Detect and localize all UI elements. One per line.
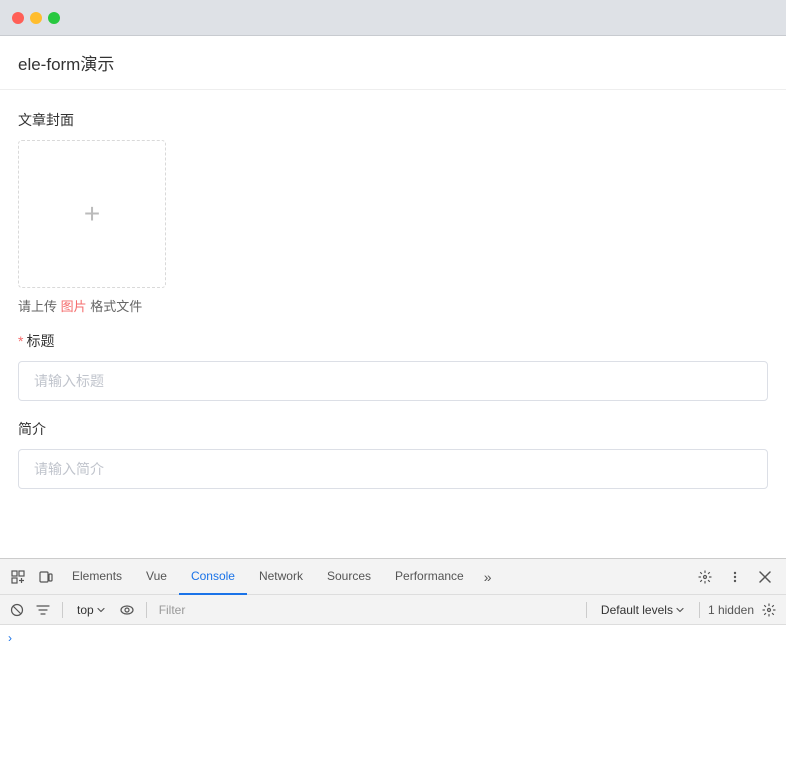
toolbar-sep-4 (699, 602, 700, 618)
devtools-close-icon[interactable] (752, 564, 778, 590)
console-settings-icon[interactable] (758, 599, 780, 621)
devtools-more-icon[interactable] (722, 564, 748, 590)
intro-group: 简介 (18, 419, 768, 489)
tab-performance[interactable]: Performance (383, 559, 476, 595)
browser-controls (12, 12, 60, 24)
close-dot[interactable] (12, 12, 24, 24)
title-group: *标题 (18, 331, 768, 401)
devtools-panel: Elements Vue Console Network Sources Per… (0, 558, 786, 768)
devtools-settings-icon[interactable] (692, 564, 718, 590)
toolbar-sep-2 (146, 602, 147, 618)
log-levels-select[interactable]: Default levels (595, 601, 691, 619)
upload-box[interactable]: + (18, 140, 166, 288)
page-header: ele-form演示 (0, 36, 786, 90)
console-filter-input[interactable] (155, 601, 578, 619)
upload-hint-red: 图片 (61, 299, 87, 314)
cover-group: 文章封面 + 请上传 图片 格式文件 (18, 110, 768, 315)
intro-label: 简介 (18, 419, 768, 439)
console-prompt-icon: › (8, 631, 12, 645)
tab-console[interactable]: Console (179, 559, 247, 595)
maximize-dot[interactable] (48, 12, 60, 24)
title-input[interactable] (18, 361, 768, 401)
page-content: ele-form演示 文章封面 + 请上传 图片 格式文件 *标题 简介 (0, 36, 786, 558)
required-star: * (18, 333, 23, 349)
page-title: ele-form演示 (18, 55, 114, 74)
hidden-count-label: 1 hidden (708, 603, 754, 617)
form-area: 文章封面 + 请上传 图片 格式文件 *标题 简介 (0, 90, 786, 527)
chevron-down-icon-2 (675, 605, 685, 615)
more-tabs-button[interactable]: » (476, 559, 500, 595)
devtools-actions (692, 564, 782, 590)
device-toolbar-icon[interactable] (32, 563, 60, 591)
cover-label: 文章封面 (18, 110, 768, 130)
browser-chrome (0, 0, 786, 36)
title-label: *标题 (18, 331, 768, 351)
console-toolbar: top Default levels 1 hidden (0, 595, 786, 625)
toolbar-sep-1 (62, 602, 63, 618)
console-area: › (0, 625, 786, 768)
tab-elements[interactable]: Elements (60, 559, 134, 595)
tab-network[interactable]: Network (247, 559, 315, 595)
eager-eval-icon[interactable] (116, 599, 138, 621)
filter-icon[interactable] (32, 599, 54, 621)
upload-plus-icon: + (84, 200, 100, 228)
minimize-dot[interactable] (30, 12, 42, 24)
context-select[interactable]: top (71, 601, 112, 619)
devtools-tab-bar: Elements Vue Console Network Sources Per… (0, 559, 786, 595)
chevron-down-icon (96, 605, 106, 615)
toolbar-sep-3 (586, 602, 587, 618)
inspect-icon[interactable] (4, 563, 32, 591)
intro-input[interactable] (18, 449, 768, 489)
clear-console-icon[interactable] (6, 599, 28, 621)
upload-hint: 请上传 图片 格式文件 (18, 296, 768, 315)
tab-vue[interactable]: Vue (134, 559, 179, 595)
tab-sources[interactable]: Sources (315, 559, 383, 595)
